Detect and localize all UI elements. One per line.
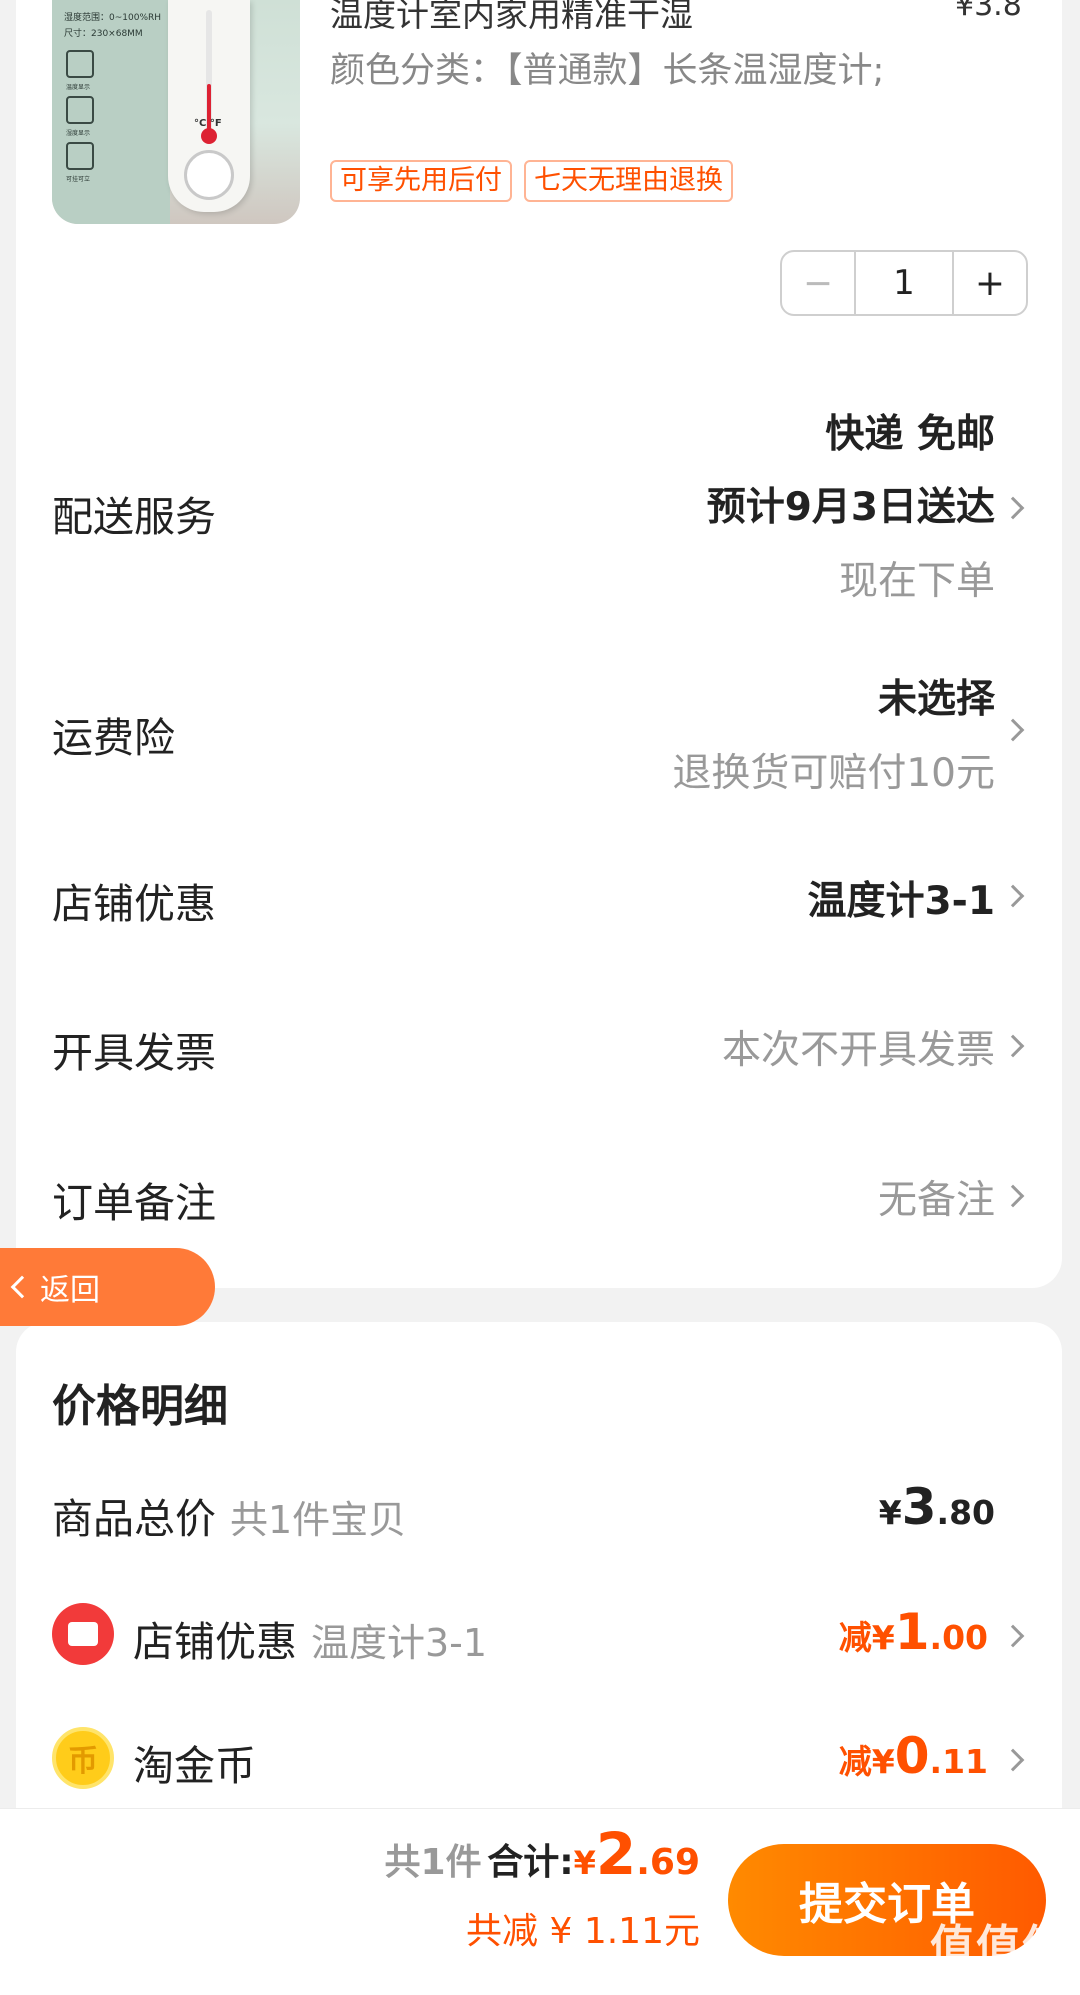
shop-icon xyxy=(52,1603,114,1665)
shipping-insurance-status: 未选择 xyxy=(877,677,995,722)
currency-symbol: ¥ xyxy=(573,1844,596,1882)
shop-discount-amount: 减¥1.00 xyxy=(839,1603,988,1661)
coin-icon: 币 xyxy=(52,1727,114,1789)
decrease-quantity-button[interactable]: − xyxy=(782,252,854,314)
stand-icon xyxy=(66,142,94,170)
amount-int: 3 xyxy=(901,1478,937,1536)
product-image-humidity-range: 湿度范围：0~100%RH xyxy=(64,13,162,23)
product-title[interactable]: 温度计室内家用精准干湿 xyxy=(330,0,693,36)
increase-quantity-button[interactable]: + xyxy=(954,252,1026,314)
invoice-value: 本次不开具发票 xyxy=(721,1028,995,1073)
price-detail-title: 价格明细 xyxy=(52,1381,228,1432)
checkout-total: 共1件 合计:¥2.69 xyxy=(385,1820,700,1888)
product-variant[interactable]: 颜色分类：【普通款】长条温湿度计; xyxy=(330,44,890,99)
product-price: ¥3.8 xyxy=(955,0,1022,23)
product-image-caption: 可挂可立 xyxy=(66,176,91,183)
discount-prefix: 减 xyxy=(838,1618,872,1657)
total-label: 合计: xyxy=(487,1842,574,1883)
chevron-left-icon xyxy=(10,1275,34,1299)
currency-symbol: ¥ xyxy=(871,1742,895,1781)
tag-pay-later: 可享先用后付 xyxy=(330,160,512,202)
back-label: 返回 xyxy=(40,1273,100,1308)
product-image-caption: 湿度显示 xyxy=(66,130,91,137)
invoice-label: 开具发票 xyxy=(52,1029,216,1077)
currency-symbol: ¥ xyxy=(878,1493,902,1532)
delivery-eta: 预计9月3日送达 xyxy=(706,485,995,530)
goods-count: 共1件宝贝 xyxy=(230,1498,407,1542)
goods-total-amount: ¥3.80 xyxy=(879,1478,995,1536)
delivery-label: 配送服务 xyxy=(52,493,216,541)
total-dec: .69 xyxy=(636,1842,700,1883)
shop-discount-detail-sub: 温度计3-1 xyxy=(311,1621,488,1665)
back-button[interactable]: 返回 xyxy=(0,1248,215,1326)
cloud-icon xyxy=(66,96,94,124)
shipping-insurance-desc: 退换货可赔付10元 xyxy=(672,751,995,796)
delivery-method: 快递 免邮 xyxy=(825,412,995,457)
shop-icon-shape xyxy=(68,1622,98,1646)
amount-dec: .11 xyxy=(929,1742,988,1781)
quantity-value[interactable]: 1 xyxy=(854,252,954,314)
goods-total-label: 商品总价 xyxy=(52,1495,216,1543)
shop-discount-value: 温度计3-1 xyxy=(807,879,995,924)
currency-symbol: ¥ xyxy=(871,1618,895,1657)
thermometer-illustration: °C °F xyxy=(168,0,250,212)
discount-prefix: 减 xyxy=(838,1742,872,1781)
shop-discount-detail-label: 店铺优惠 xyxy=(133,1618,297,1666)
thermometer-icon xyxy=(66,50,94,78)
quantity-stepper: − 1 + xyxy=(780,250,1028,316)
amount-int: 1 xyxy=(894,1603,930,1661)
watermark-url: zhizhizhi.com xyxy=(936,1962,1045,1981)
product-image-size: 尺寸：230×68MM xyxy=(64,29,143,39)
amount-dec: .80 xyxy=(936,1493,995,1532)
product-image-caption: 温度显示 xyxy=(66,84,91,91)
order-note-value: 无备注 xyxy=(877,1178,995,1223)
coin-amount: 减¥0.11 xyxy=(839,1727,988,1785)
product-tags: 可享先用后付 七天无理由退换 xyxy=(330,160,733,202)
total-saved: 共减 ¥ 1.11元 xyxy=(466,1911,700,1952)
total-int: 2 xyxy=(595,1820,637,1888)
shipping-insurance-label: 运费险 xyxy=(52,714,175,762)
tag-seven-day-return: 七天无理由退换 xyxy=(524,160,733,202)
coin-label: 淘金币 xyxy=(133,1742,256,1790)
shop-discount-label: 店铺优惠 xyxy=(52,880,216,928)
amount-dec: .00 xyxy=(929,1618,988,1657)
item-count: 共1件 xyxy=(384,1842,482,1883)
delivery-order-now: 现在下单 xyxy=(838,559,995,604)
order-confirm-page: 湿度范围：0~100%RH 尺寸：230×68MM 温度显示 湿度显示 可挂可立… xyxy=(0,0,1080,1995)
hygrometer-dial xyxy=(184,150,234,200)
goods-total-row: 商品总价 共1件宝贝 xyxy=(52,1485,406,1545)
order-note-label: 订单备注 xyxy=(52,1179,216,1227)
amount-int: 0 xyxy=(894,1727,930,1785)
thermometer-units: °C °F xyxy=(194,118,222,129)
coin-row[interactable]: 淘金币 xyxy=(133,1732,256,1792)
shop-discount-detail-row[interactable]: 店铺优惠 温度计3-1 xyxy=(133,1608,487,1668)
product-image[interactable]: 湿度范围：0~100%RH 尺寸：230×68MM 温度显示 湿度显示 可挂可立… xyxy=(52,0,300,224)
thermometer-bulb xyxy=(201,128,217,144)
